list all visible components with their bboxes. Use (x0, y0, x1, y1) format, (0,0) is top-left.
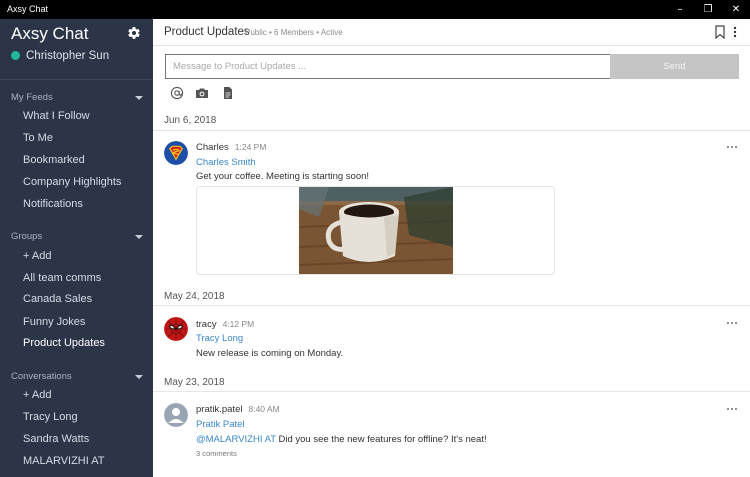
bookmark-icon[interactable] (714, 25, 726, 39)
page-title: Product Updates (164, 26, 250, 38)
section-header-my-feeds[interactable]: My Feeds (11, 92, 53, 103)
user-name: Christopher Sun (26, 50, 110, 62)
sidebar: Axsy Chat Christopher Sun My Feeds What … (0, 19, 153, 477)
mention-link[interactable]: @MALARVIZHI AT (196, 434, 276, 445)
author-link[interactable]: Charles Smith (196, 157, 256, 168)
more-horizontal-icon[interactable] (726, 145, 738, 149)
comments-link[interactable]: 3 comments (196, 449, 237, 458)
sidebar-item-company-highlights[interactable]: Company Highlights (23, 176, 121, 188)
avatar[interactable] (164, 403, 188, 427)
chevron-down-icon[interactable] (135, 96, 143, 100)
mention-icon[interactable] (170, 86, 184, 100)
online-status-icon (11, 51, 20, 60)
date-separator: May 24, 2018 (164, 291, 225, 302)
image-attachment[interactable] (196, 186, 555, 275)
window-titlebar: Axsy Chat – ❐ ✕ (0, 0, 750, 19)
post-time: 8:40 AM (248, 404, 280, 414)
close-button[interactable]: ✕ (722, 0, 750, 19)
date-separator: Jun 6, 2018 (164, 115, 217, 126)
post-author: Charles 1:24 PM (196, 142, 267, 153)
file-icon[interactable] (221, 86, 235, 100)
post-body: New release is coming on Monday. (196, 348, 344, 359)
app-title: Axsy Chat (11, 24, 89, 43)
sidebar-divider (0, 79, 153, 80)
minimize-button[interactable]: – (666, 0, 694, 19)
post-author: pratik.patel 8:40 AM (196, 404, 280, 415)
more-horizontal-icon[interactable] (726, 321, 738, 325)
chevron-down-icon[interactable] (135, 235, 143, 239)
post-body: Get your coffee. Meeting is starting soo… (196, 171, 370, 182)
section-header-groups[interactable]: Groups (11, 231, 42, 242)
post-time: 4:12 PM (222, 319, 255, 329)
more-vertical-icon[interactable] (731, 25, 739, 39)
header-divider (153, 45, 750, 46)
sidebar-item-what-i-follow[interactable]: What I Follow (23, 110, 90, 122)
send-button[interactable]: Send (610, 54, 739, 79)
gear-icon[interactable] (127, 26, 141, 40)
section-header-conversations[interactable]: Conversations (11, 371, 72, 382)
window-title: Axsy Chat (7, 4, 49, 14)
author-link[interactable]: Pratik Patel (196, 419, 245, 430)
date-divider (153, 305, 750, 306)
post-body: @MALARVIZHI AT Did you see the new featu… (196, 434, 487, 445)
sidebar-item-add-conversation[interactable]: + Add (23, 389, 51, 401)
sidebar-item-product-updates[interactable]: Product Updates (23, 337, 105, 349)
chevron-down-icon[interactable] (135, 375, 143, 379)
date-divider (153, 391, 750, 392)
restore-button[interactable]: ❐ (694, 0, 722, 19)
sidebar-item-funny-jokes[interactable]: Funny Jokes (23, 316, 85, 328)
more-horizontal-icon[interactable] (726, 407, 738, 411)
sidebar-item-malarvizhi-at[interactable]: MALARVIZHI AT (23, 455, 105, 467)
sidebar-item-notifications[interactable]: Notifications (23, 198, 83, 210)
coffee-photo[interactable] (299, 187, 453, 274)
avatar[interactable] (164, 317, 188, 341)
date-separator: May 23, 2018 (164, 377, 225, 388)
sidebar-item-tracy-long[interactable]: Tracy Long (23, 411, 78, 423)
message-input[interactable] (165, 54, 611, 79)
sidebar-item-bookmarked[interactable]: Bookmarked (23, 154, 85, 166)
group-meta: Public • 6 Members • Active (245, 28, 343, 37)
avatar[interactable] (164, 141, 188, 165)
post-time: 1:24 PM (234, 142, 267, 152)
sidebar-item-to-me[interactable]: To Me (23, 132, 53, 144)
author-link[interactable]: Tracy Long (196, 333, 243, 344)
sidebar-item-add-group[interactable]: + Add (23, 250, 51, 262)
main-panel: Product Updates Public • 6 Members • Act… (153, 19, 750, 477)
sidebar-item-canada-sales[interactable]: Canada Sales (23, 293, 92, 305)
current-user[interactable]: Christopher Sun (11, 50, 109, 62)
date-divider (153, 130, 750, 131)
sidebar-item-sandra-watts[interactable]: Sandra Watts (23, 433, 89, 445)
camera-icon[interactable] (195, 86, 209, 100)
post-author: tracy 4:12 PM (196, 319, 255, 330)
sidebar-item-all-team-comms[interactable]: All team comms (23, 272, 101, 284)
